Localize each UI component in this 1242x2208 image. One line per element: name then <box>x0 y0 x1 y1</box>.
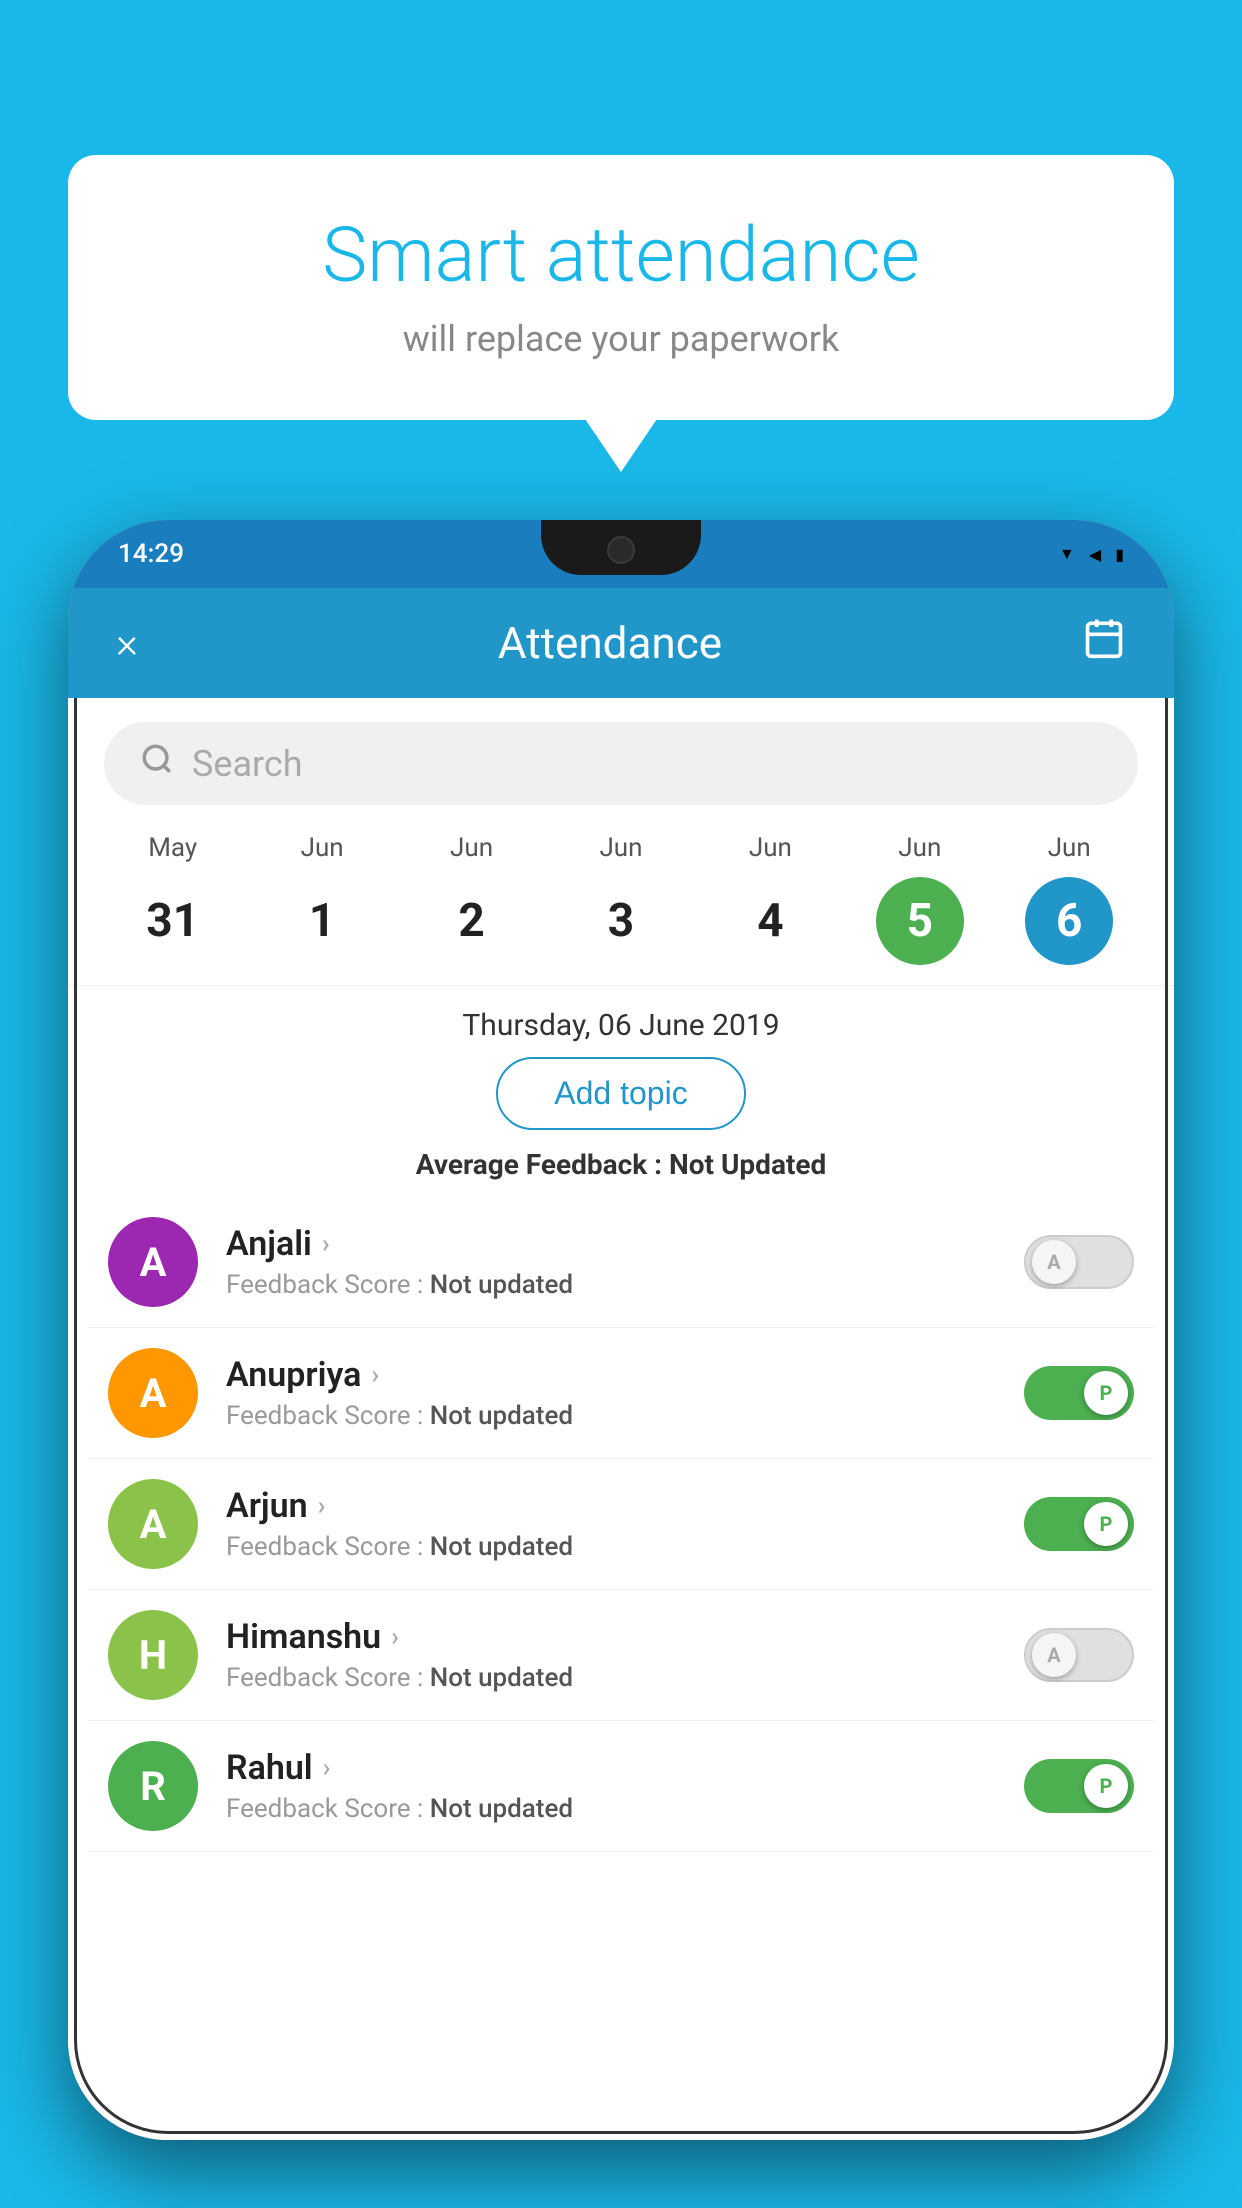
status-time: 14:29 <box>118 539 184 569</box>
speech-bubble: Smart attendance will replace your paper… <box>68 155 1174 420</box>
student-info: Rahul › Feedback Score : Not updated <box>226 1748 996 1824</box>
average-feedback: Average Feedback : Not Updated <box>68 1148 1174 1181</box>
toggle-knob: A <box>1032 1633 1076 1677</box>
student-item: A Arjun › Feedback Score : Not updated P <box>88 1459 1154 1590</box>
chevron-right-icon: › <box>323 1753 331 1783</box>
cal-date-number[interactable]: 6 <box>1025 877 1113 965</box>
chevron-right-icon: › <box>318 1491 326 1521</box>
calendar-day[interactable]: Jun 5 <box>876 833 964 965</box>
attendance-toggle-container: P <box>1024 1497 1134 1551</box>
cal-month-label: May <box>148 833 197 863</box>
cal-month-label: Jun <box>1048 833 1091 863</box>
notch <box>541 520 701 575</box>
attendance-toggle-container: P <box>1024 1759 1134 1813</box>
content-area: Search May 31 Jun 1 Jun 2 Jun 3 Jun 4 Jun 5 Jun 6 Thu… <box>68 698 1174 2140</box>
phone-wrapper: 14:29 ▼ ◀ ▮ × Attendance <box>68 520 1174 2208</box>
cal-date-number[interactable]: 2 <box>428 877 516 965</box>
attendance-toggle-container: P <box>1024 1366 1134 1420</box>
battery-icon: ▮ <box>1115 545 1124 564</box>
selected-date: Thursday, 06 June 2019 <box>68 986 1174 1057</box>
toggle-knob: P <box>1084 1764 1128 1808</box>
speech-title: Smart attendance <box>128 210 1114 300</box>
student-feedback: Feedback Score : Not updated <box>226 1794 996 1824</box>
student-feedback: Feedback Score : Not updated <box>226 1663 996 1693</box>
toggle-knob: P <box>1084 1502 1128 1546</box>
student-avatar: A <box>108 1479 198 1569</box>
student-name[interactable]: Anjali › <box>226 1224 996 1264</box>
cal-date-number[interactable]: 31 <box>129 877 217 965</box>
wifi-icon: ▼ <box>1059 544 1075 564</box>
toggle-knob: A <box>1032 1240 1076 1284</box>
status-icons: ▼ ◀ ▮ <box>1059 544 1124 564</box>
student-item: A Anjali › Feedback Score : Not updated A <box>88 1197 1154 1328</box>
student-item: H Himanshu › Feedback Score : Not updated A <box>88 1590 1154 1721</box>
calendar-day[interactable]: Jun 2 <box>428 833 516 965</box>
student-name[interactable]: Arjun › <box>226 1486 996 1526</box>
speech-bubble-container: Smart attendance will replace your paper… <box>68 155 1174 420</box>
cal-date-number[interactable]: 4 <box>726 877 814 965</box>
toolbar: × Attendance <box>68 588 1174 698</box>
attendance-toggle[interactable]: A <box>1024 1628 1134 1682</box>
calendar-icon[interactable] <box>1082 616 1126 670</box>
cal-month-label: Jun <box>898 833 941 863</box>
cal-date-number[interactable]: 5 <box>876 877 964 965</box>
student-name[interactable]: Rahul › <box>226 1748 996 1788</box>
search-input[interactable]: Search <box>192 743 303 785</box>
toolbar-title: Attendance <box>498 617 722 669</box>
calendar-day[interactable]: Jun 1 <box>278 833 366 965</box>
student-feedback: Feedback Score : Not updated <box>226 1270 996 1300</box>
student-feedback: Feedback Score : Not updated <box>226 1532 996 1562</box>
cal-month-label: Jun <box>301 833 344 863</box>
search-bar[interactable]: Search <box>104 722 1138 805</box>
student-avatar: A <box>108 1348 198 1438</box>
signal-icon: ◀ <box>1089 545 1101 564</box>
speech-subtitle: will replace your paperwork <box>128 318 1114 360</box>
calendar-day[interactable]: Jun 4 <box>726 833 814 965</box>
student-avatar: R <box>108 1741 198 1831</box>
cal-month-label: Jun <box>749 833 792 863</box>
attendance-toggle[interactable]: P <box>1024 1759 1134 1813</box>
feedback-value: Not Updated <box>669 1148 826 1181</box>
attendance-toggle[interactable]: P <box>1024 1497 1134 1551</box>
calendar-day[interactable]: May 31 <box>129 833 217 965</box>
toggle-knob: P <box>1084 1371 1128 1415</box>
attendance-toggle-container: A <box>1024 1235 1134 1289</box>
search-icon <box>140 742 174 785</box>
app-screen: 14:29 ▼ ◀ ▮ × Attendance <box>68 520 1174 2140</box>
student-info: Himanshu › Feedback Score : Not updated <box>226 1617 996 1693</box>
student-avatar: A <box>108 1217 198 1307</box>
attendance-toggle[interactable]: A <box>1024 1235 1134 1289</box>
cal-date-number[interactable]: 1 <box>278 877 366 965</box>
student-name[interactable]: Himanshu › <box>226 1617 996 1657</box>
calendar-strip: May 31 Jun 1 Jun 2 Jun 3 Jun 4 Jun 5 Jun 6 <box>68 823 1174 986</box>
cal-month-label: Jun <box>599 833 642 863</box>
student-list: AAnjali ›Feedback Score : Not updatedAAA… <box>68 1197 1174 1852</box>
chevron-right-icon: › <box>371 1360 379 1390</box>
student-item: R Rahul › Feedback Score : Not updated P <box>88 1721 1154 1852</box>
calendar-day[interactable]: Jun 6 <box>1025 833 1113 965</box>
attendance-toggle[interactable]: P <box>1024 1366 1134 1420</box>
cal-month-label: Jun <box>450 833 493 863</box>
close-button[interactable]: × <box>116 619 138 668</box>
student-info: Anupriya › Feedback Score : Not updated <box>226 1355 996 1431</box>
calendar-day[interactable]: Jun 3 <box>577 833 665 965</box>
student-info: Arjun › Feedback Score : Not updated <box>226 1486 996 1562</box>
chevron-right-icon: › <box>322 1229 330 1259</box>
student-feedback: Feedback Score : Not updated <box>226 1401 996 1431</box>
student-info: Anjali › Feedback Score : Not updated <box>226 1224 996 1300</box>
chevron-right-icon: › <box>391 1622 399 1652</box>
student-avatar: H <box>108 1610 198 1700</box>
add-topic-button[interactable]: Add topic <box>496 1057 745 1130</box>
student-name[interactable]: Anupriya › <box>226 1355 996 1395</box>
feedback-label-text: Average Feedback : <box>416 1148 669 1181</box>
phone-frame: 14:29 ▼ ◀ ▮ × Attendance <box>68 520 1174 2140</box>
cal-date-number[interactable]: 3 <box>577 877 665 965</box>
attendance-toggle-container: A <box>1024 1628 1134 1682</box>
student-item: A Anupriya › Feedback Score : Not updated P <box>88 1328 1154 1459</box>
camera <box>607 536 635 564</box>
